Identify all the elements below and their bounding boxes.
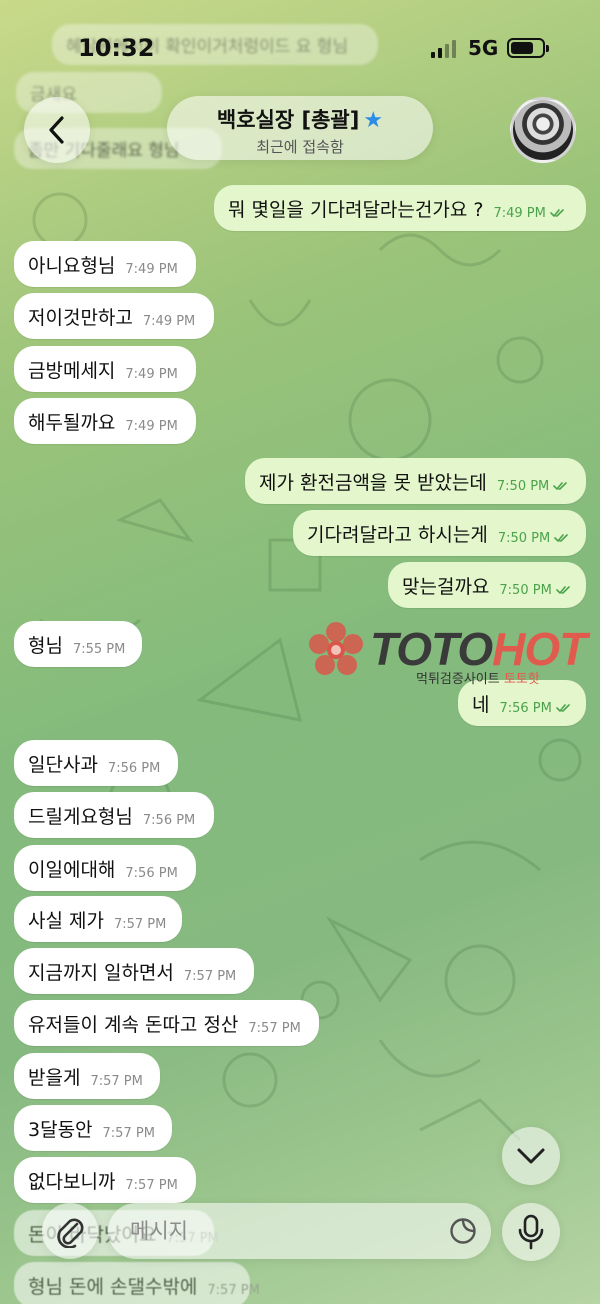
message-time: 7:57 PM [113, 916, 167, 932]
message-text: 네 [472, 693, 490, 716]
incoming-message[interactable]: 아니요형님 7:49 PM [14, 241, 196, 287]
incoming-message[interactable]: 이일에대해 7:56 PM [14, 845, 196, 891]
message-text: 형님 [28, 634, 63, 657]
message-time: 7:56 PM [107, 760, 161, 776]
attach-button[interactable] [42, 1203, 98, 1259]
double-check-icon [553, 482, 568, 491]
back-button[interactable] [24, 97, 90, 163]
incoming-message[interactable]: 저이것만하고 7:49 PM [14, 293, 214, 339]
incoming-message[interactable]: 사실 제가 7:57 PM [14, 896, 182, 942]
microphone-icon [518, 1214, 544, 1250]
message-time: 7:57 PM [90, 1073, 143, 1089]
message-text: 3달동안 [28, 1118, 93, 1141]
message-time: 7:57 PM [125, 1177, 178, 1193]
message-text: 뭐 몇일을 기다려달라는건가요 ? [228, 198, 484, 221]
double-check-icon [555, 586, 570, 595]
message-text: 제가 환전금액을 못 받았는데 [259, 471, 487, 494]
battery-icon [507, 38, 549, 58]
message-time: 7:56 PM [125, 865, 178, 881]
incoming-message[interactable]: 일단사과 7:56 PM [14, 740, 178, 786]
message-text: 유저들이 계속 돈따고 정산 [28, 1013, 239, 1036]
message-time: 7:56 PM [499, 700, 552, 716]
chat-title-pill[interactable]: 백호실장 [총괄] ★ 최근에 접속함 [167, 96, 433, 160]
chevron-down-icon [517, 1148, 545, 1164]
chat-title: 백호실장 [총괄] ★ [216, 108, 384, 133]
message-text: 없다보니까 [28, 1170, 116, 1193]
incoming-message[interactable]: 받을게 7:57 PM [14, 1053, 160, 1099]
message-time: 7:50 PM [499, 582, 552, 598]
outgoing-message[interactable]: 제가 환전금액을 못 받았는데 7:50 PM [245, 458, 586, 504]
outgoing-message[interactable]: 맞는걸까요 7:50 PM [388, 562, 586, 608]
message-text: 드릴게요형님 [28, 805, 133, 828]
scroll-down-button[interactable] [502, 1127, 560, 1185]
watermark-logo-icon [309, 622, 363, 675]
message-time: 7:49 PM [125, 366, 178, 382]
paperclip-icon [57, 1218, 84, 1248]
signal-icon [431, 40, 456, 58]
message-text: 해두될까요 [28, 411, 116, 434]
microphone-button[interactable] [502, 1203, 560, 1261]
star-icon: ★ [363, 108, 384, 133]
chevron-left-icon [49, 116, 64, 144]
incoming-message[interactable]: 금방메세지 7:49 PM [14, 346, 196, 392]
network-label: 5G [468, 36, 499, 60]
status-bar: 10:32 5G [0, 0, 600, 90]
incoming-message[interactable]: 해두될까요 7:49 PM [14, 398, 196, 444]
message-text: 사실 제가 [28, 909, 104, 932]
outgoing-message[interactable]: 뭐 몇일을 기다려달라는건가요 ? 7:49 PM [214, 185, 586, 231]
incoming-message[interactable]: 지금까지 일하면서 7:57 PM [14, 948, 254, 994]
message-text: 받을게 [28, 1066, 81, 1089]
avatar[interactable] [510, 97, 576, 163]
message-text: 이일에대해 [28, 858, 116, 881]
message-text: 저이것만하고 [28, 306, 133, 329]
message-time: 7:57 PM [248, 1020, 301, 1036]
message-time: 7:56 PM [142, 812, 196, 828]
message-time: 7:49 PM [125, 418, 178, 434]
message-text: 지금까지 일하면서 [28, 961, 174, 984]
message-text: 기다려달라고 하시는게 [307, 523, 488, 546]
sticker-icon[interactable] [449, 1217, 477, 1245]
outgoing-message[interactable]: 기다려달라고 하시는게 7:50 PM [293, 510, 586, 556]
composer-bar [0, 1195, 600, 1304]
message-text: 맞는걸까요 [402, 575, 490, 598]
double-check-icon [554, 534, 569, 543]
last-seen-status: 최근에 접속함 [256, 138, 344, 156]
message-time: 7:50 PM [497, 530, 551, 546]
incoming-message[interactable]: 형님 7:55 PM [14, 621, 142, 667]
message-time: 7:49 PM [493, 205, 546, 221]
message-time: 7:57 PM [183, 968, 237, 984]
message-text: 일단사과 [28, 753, 98, 776]
incoming-message[interactable]: 드릴게요형님 7:56 PM [14, 792, 214, 838]
double-check-icon [556, 704, 570, 713]
message-time: 7:55 PM [72, 641, 126, 657]
double-check-icon [550, 209, 564, 218]
incoming-message[interactable]: 유저들이 계속 돈따고 정산 7:57 PM [14, 1000, 319, 1046]
message-time: 7:49 PM [125, 261, 178, 277]
incoming-message[interactable]: 3달동안 7:57 PM [14, 1105, 172, 1151]
message-text: 아니요형님 [28, 254, 116, 277]
message-text: 금방메세지 [28, 359, 116, 382]
watermark-subtitle: 먹튀검증사이트 토토핫 [416, 672, 540, 687]
watermark: TOTOHOT 먹튀검증사이트 토토핫 [306, 620, 596, 690]
message-input[interactable] [130, 1219, 430, 1243]
message-input-container[interactable] [108, 1203, 491, 1259]
message-time: 7:49 PM [142, 313, 196, 329]
message-time: 7:50 PM [496, 478, 550, 494]
status-time: 10:32 [78, 34, 155, 62]
message-time: 7:57 PM [102, 1125, 155, 1141]
